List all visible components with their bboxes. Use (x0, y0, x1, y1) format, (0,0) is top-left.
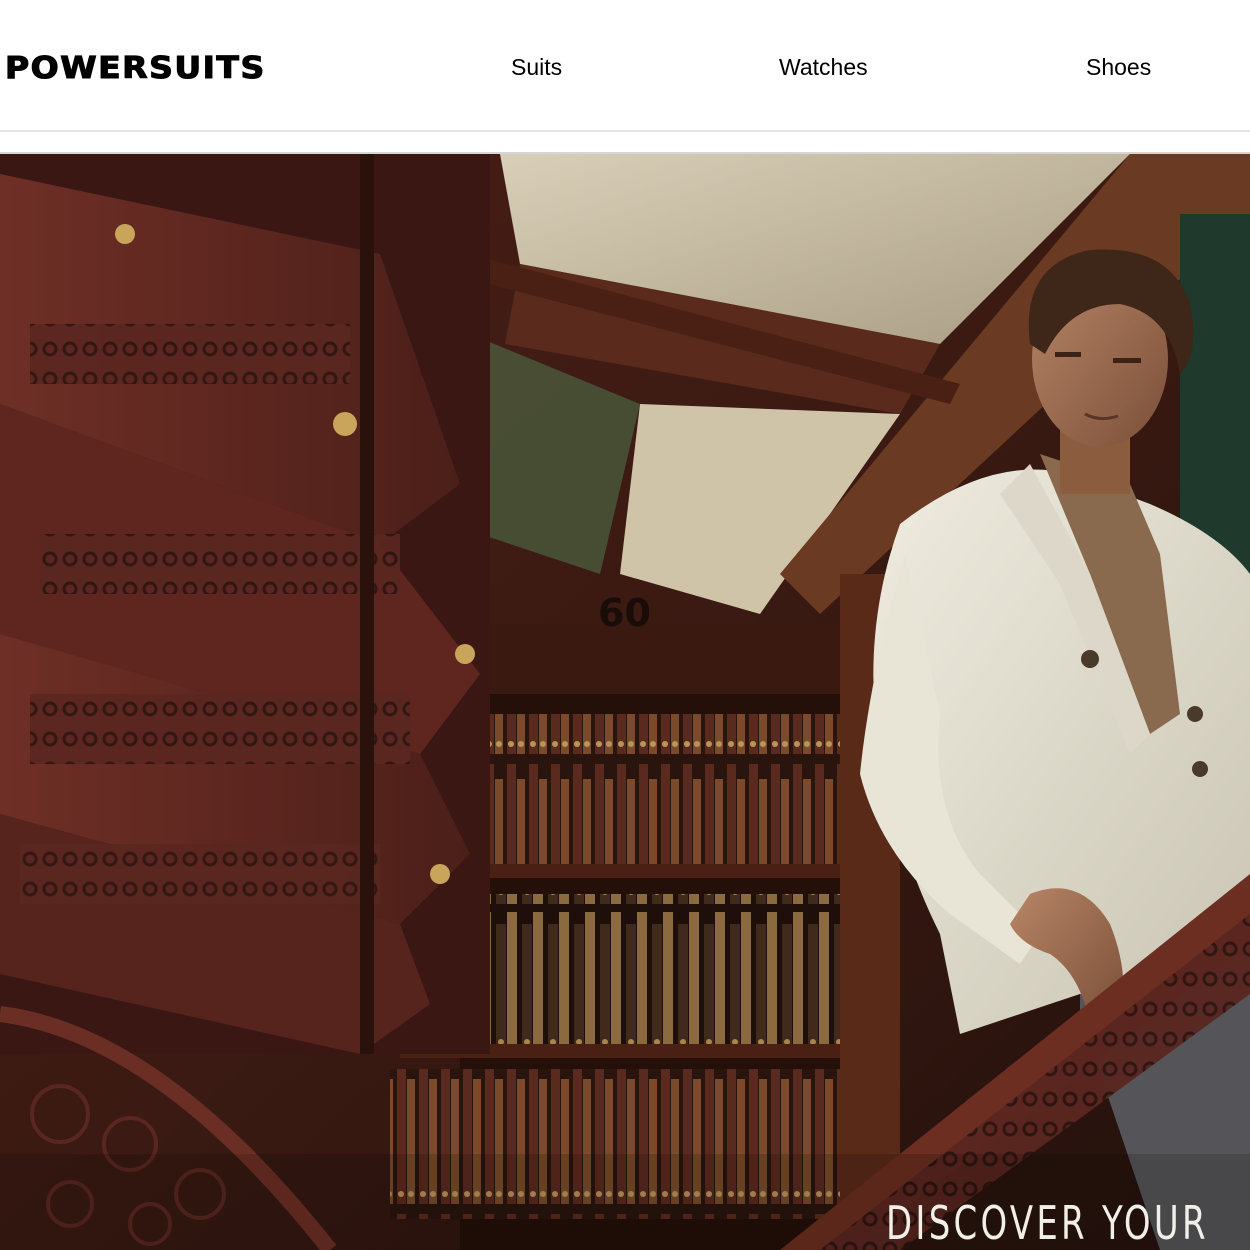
hero-tagline: DISCOVER YOUR (886, 1196, 1209, 1250)
svg-text:60: 60 (598, 591, 651, 635)
nav-link-watches[interactable]: Watches (779, 56, 868, 79)
hero-image: 60 (0, 154, 1250, 1250)
site-header: POWERSUITS Suits Watches Shoes (0, 0, 1250, 132)
brand-logo[interactable]: POWERSUITS (4, 51, 266, 82)
nav-link-suits[interactable]: Suits (511, 56, 562, 79)
hero-banner[interactable]: 60 DISCOVER YOUR (0, 154, 1250, 1250)
nav-link-shoes[interactable]: Shoes (1086, 56, 1151, 79)
